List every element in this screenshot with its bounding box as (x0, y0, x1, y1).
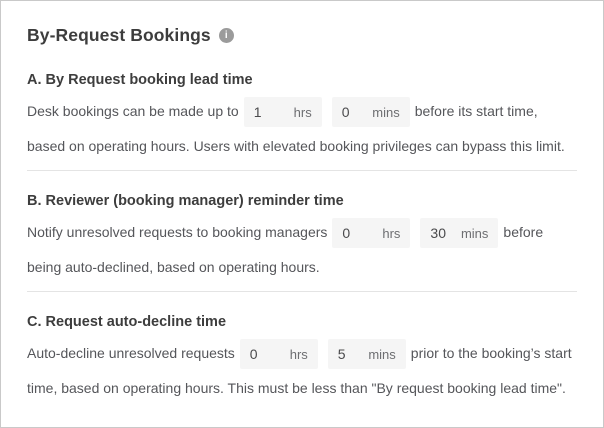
section-a-minutes-field[interactable]: mins (332, 97, 410, 127)
panel-header: By-Request Bookings i (27, 25, 577, 46)
section-b-body: Notify unresolved requests to booking ma… (27, 215, 577, 285)
section-c-minutes-input[interactable] (338, 346, 364, 362)
section-c-minutes-field[interactable]: mins (328, 339, 406, 369)
section-a-heading: A. By Request booking lead time (27, 72, 577, 88)
section-c-hours-input[interactable] (250, 346, 276, 362)
section-c-minutes-unit: mins (368, 337, 395, 372)
section-a-minutes-unit: mins (372, 95, 399, 130)
by-request-bookings-panel: By-Request Bookings i A. By Request book… (0, 0, 604, 428)
section-b-hours-unit: hrs (382, 216, 400, 251)
section-a-hours-input[interactable] (254, 104, 280, 120)
section-a-text-before: Desk bookings can be made up to (27, 103, 239, 119)
section-b-text-before: Notify unresolved requests to booking ma… (27, 224, 327, 240)
section-c-text-before: Auto-decline unresolved requests (27, 345, 235, 361)
divider (27, 291, 577, 292)
section-b-minutes-input[interactable] (430, 225, 456, 241)
info-icon[interactable]: i (219, 28, 234, 43)
section-b-hours-field[interactable]: hrs (332, 218, 410, 248)
section-c-body: Auto-decline unresolved requestshrsminsp… (27, 336, 577, 406)
divider (27, 170, 577, 171)
section-c-heading: C. Request auto-decline time (27, 314, 577, 330)
section-a-minutes-input[interactable] (342, 104, 368, 120)
section-b-hours-input[interactable] (342, 225, 368, 241)
section-a-hours-unit: hrs (294, 95, 312, 130)
section-b-minutes-unit: mins (461, 216, 488, 251)
section-a-hours-field[interactable]: hrs (244, 97, 322, 127)
section-b-heading: B. Reviewer (booking manager) reminder t… (27, 193, 577, 209)
section-c-hours-field[interactable]: hrs (240, 339, 318, 369)
page-title: By-Request Bookings (27, 25, 211, 46)
section-b-minutes-field[interactable]: mins (420, 218, 498, 248)
section-a-body: Desk bookings can be made up tohrsminsbe… (27, 94, 577, 164)
section-c-hours-unit: hrs (290, 337, 308, 372)
